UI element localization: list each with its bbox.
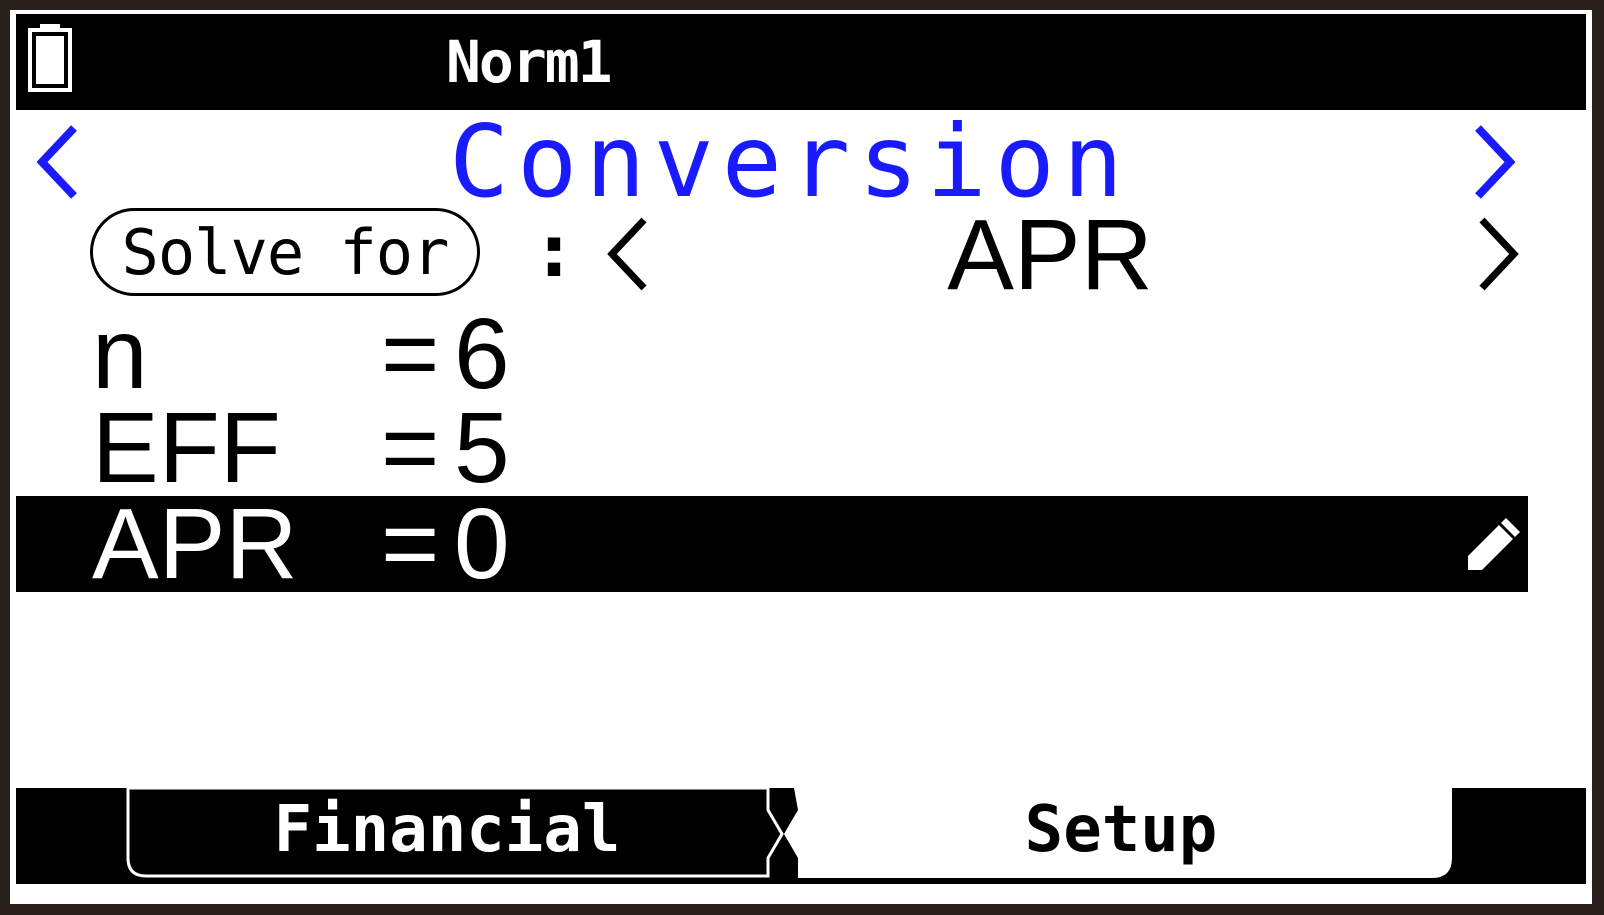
calculator-screen: Norm1 Conversion Solve for : APR n = 6 E… [10,10,1592,904]
variable-value: 0 [454,488,510,600]
financial-softkey[interactable]: Financial [122,788,798,884]
status-bar: Norm1 [16,14,1586,110]
equals-sign: = [381,392,440,504]
variable-name: n [92,298,148,410]
variable-value: 6 [454,298,510,410]
solve-prev-chevron-icon[interactable] [604,214,654,294]
chevron-left-icon[interactable] [32,122,82,202]
solve-for-badge: Solve for [90,208,480,296]
solve-for-value[interactable]: APR [940,200,1160,310]
variable-row-n[interactable]: n = 6 [16,298,1528,410]
chevron-right-icon[interactable] [1470,122,1520,202]
battery-icon [28,24,72,92]
solve-for-separator: : [540,211,568,293]
setup-softkey[interactable]: Setup [776,788,1466,884]
mode-label: Norm1 [446,28,613,96]
equals-sign: = [381,298,440,410]
variable-value: 5 [454,392,510,504]
financial-softkey-label: Financial [273,793,621,867]
solve-next-chevron-icon[interactable] [1472,214,1522,294]
equals-sign: = [381,488,440,600]
variable-name: EFF [92,392,281,504]
softkey-bar: Financial Setup [16,788,1586,884]
pencil-icon [1468,518,1520,570]
variable-row-apr-selected[interactable]: APR = 0 [16,488,1528,600]
setup-softkey-label: Setup [1024,793,1218,867]
variable-row-eff[interactable]: EFF = 5 [16,392,1528,504]
variable-name: APR [92,488,298,600]
